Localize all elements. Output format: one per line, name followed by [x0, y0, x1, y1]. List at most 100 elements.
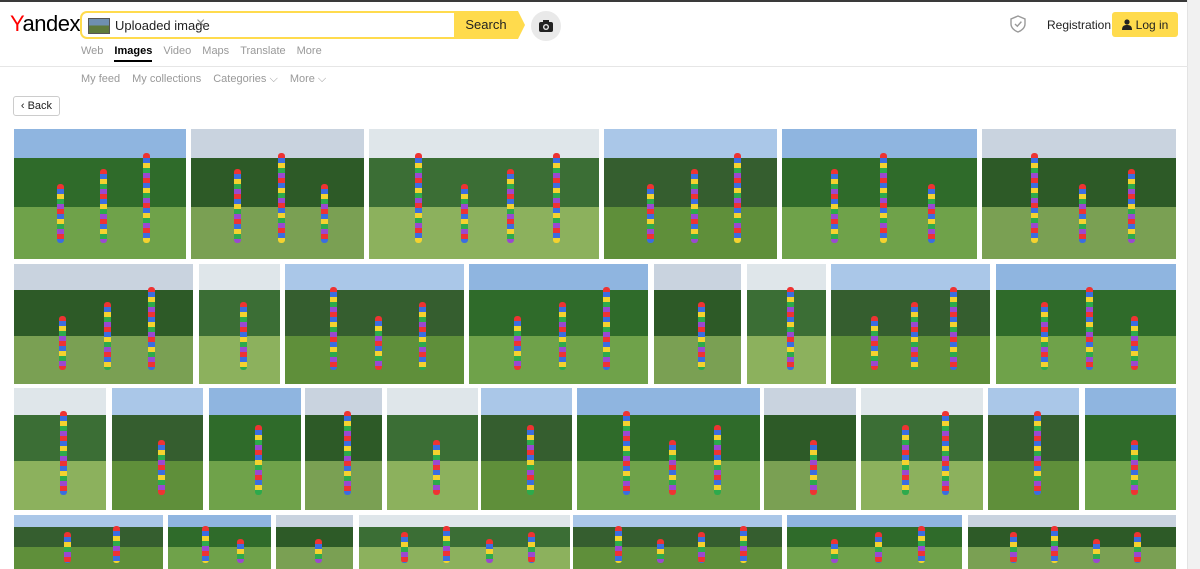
totem-sculpture — [1041, 301, 1048, 370]
image-result-thumbnail[interactable] — [285, 264, 464, 384]
vertical-scrollbar[interactable] — [1187, 0, 1200, 569]
clear-icon[interactable]: × — [196, 15, 205, 33]
search-input[interactable]: Uploaded image × — [80, 11, 456, 39]
totem-sculpture — [64, 531, 71, 563]
image-result-thumbnail[interactable] — [996, 264, 1176, 384]
thumbnail-grass — [369, 207, 599, 259]
totem-sculpture — [698, 301, 705, 370]
image-result-thumbnail[interactable] — [14, 129, 186, 259]
tab-maps[interactable]: Maps — [202, 45, 229, 62]
subnav-my-collections[interactable]: My collections — [132, 73, 201, 86]
totem-sculpture — [148, 286, 155, 370]
totem-sculpture — [255, 425, 262, 496]
thumbnail-trees — [359, 526, 570, 550]
image-result-thumbnail[interactable] — [573, 515, 782, 569]
image-result-thumbnail[interactable] — [112, 388, 203, 510]
back-button[interactable]: ‹ Back — [13, 96, 60, 116]
totem-sculpture — [375, 315, 382, 370]
totem-sculpture — [57, 184, 64, 244]
totem-sculpture — [657, 538, 664, 563]
image-result-thumbnail[interactable] — [988, 388, 1079, 510]
image-result-thumbnail[interactable] — [14, 515, 163, 569]
image-result-thumbnail[interactable] — [168, 515, 271, 569]
totem-sculpture — [278, 153, 285, 244]
image-result-thumbnail[interactable] — [209, 388, 301, 510]
totem-sculpture — [942, 411, 949, 496]
thumbnail-grass — [573, 547, 782, 569]
totem-sculpture — [237, 538, 244, 563]
totem-sculpture — [419, 301, 426, 370]
totem-sculpture — [100, 169, 107, 244]
thumbnail-trees — [573, 526, 782, 550]
tab-video[interactable]: Video — [163, 45, 191, 62]
image-result-thumbnail[interactable] — [387, 388, 478, 510]
registration-link[interactable]: Registration — [1047, 18, 1111, 32]
image-result-thumbnail[interactable] — [654, 264, 741, 384]
image-result-thumbnail[interactable] — [305, 388, 382, 510]
totem-sculpture — [443, 525, 450, 563]
totem-sculpture — [615, 525, 622, 563]
totem-sculpture — [698, 531, 705, 563]
image-result-thumbnail[interactable] — [191, 129, 364, 259]
totem-sculpture — [202, 525, 209, 563]
totem-sculpture — [1131, 440, 1138, 496]
subnav-my-feed[interactable]: My feed — [81, 73, 120, 86]
image-result-thumbnail[interactable] — [481, 388, 572, 510]
search-bar: Uploaded image × Search — [80, 11, 525, 39]
image-result-thumbnail[interactable] — [577, 388, 760, 510]
image-result-thumbnail[interactable] — [747, 264, 826, 384]
thumbnail-grass — [168, 547, 271, 569]
totem-sculpture — [734, 153, 741, 244]
subnav-more[interactable]: More ⌵ — [290, 73, 326, 86]
image-result-thumbnail[interactable] — [469, 264, 648, 384]
totem-sculpture — [234, 169, 241, 244]
totem-sculpture — [669, 440, 676, 496]
image-result-thumbnail[interactable] — [782, 129, 977, 259]
totem-sculpture — [1034, 411, 1041, 496]
camera-search-button[interactable] — [531, 11, 561, 41]
tab-web[interactable]: Web — [81, 45, 103, 62]
user-icon — [1121, 19, 1132, 30]
search-button[interactable]: Search — [454, 11, 518, 39]
yandex-logo[interactable]: Yandex — [10, 11, 81, 37]
subnav-categories[interactable]: Categories ⌵ — [213, 73, 278, 86]
thumbnail-trees — [968, 526, 1176, 550]
image-result-thumbnail[interactable] — [14, 388, 106, 510]
shield-icon[interactable] — [1009, 15, 1027, 33]
image-result-thumbnail[interactable] — [764, 388, 856, 510]
totem-sculpture — [871, 315, 878, 370]
top-border — [0, 0, 1200, 2]
login-label: Log in — [1135, 17, 1169, 32]
image-result-thumbnail[interactable] — [787, 515, 962, 569]
image-result-thumbnail[interactable] — [831, 264, 990, 384]
chevron-left-icon: ‹ — [20, 100, 25, 112]
totem-sculpture — [1051, 525, 1058, 563]
totem-sculpture — [902, 425, 909, 496]
tab-translate[interactable]: Translate — [240, 45, 285, 62]
totem-sculpture — [928, 184, 935, 244]
image-result-thumbnail[interactable] — [14, 264, 193, 384]
image-result-thumbnail[interactable] — [199, 264, 280, 384]
image-result-thumbnail[interactable] — [359, 515, 570, 569]
logo-text: andex — [22, 11, 81, 36]
tab-more[interactable]: More — [297, 45, 322, 62]
login-button[interactable]: Log in — [1112, 12, 1178, 37]
image-result-thumbnail[interactable] — [276, 515, 353, 569]
image-result-thumbnail[interactable] — [968, 515, 1176, 569]
thumbnail-grass — [14, 547, 163, 569]
header-divider — [0, 66, 1188, 67]
totem-sculpture — [1093, 538, 1100, 563]
totem-sculpture — [433, 440, 440, 496]
image-result-thumbnail[interactable] — [604, 129, 777, 259]
totem-sculpture — [623, 411, 630, 496]
image-result-thumbnail[interactable] — [1085, 388, 1176, 510]
totem-sculpture — [810, 440, 817, 496]
totem-sculpture — [714, 425, 721, 496]
tab-images[interactable]: Images — [114, 45, 153, 62]
logo-letter-y: Y — [10, 11, 23, 36]
image-result-thumbnail[interactable] — [861, 388, 983, 510]
image-result-thumbnail[interactable] — [982, 129, 1176, 259]
thumbnail-grass — [861, 461, 983, 510]
totem-sculpture — [315, 538, 322, 563]
image-result-thumbnail[interactable] — [369, 129, 599, 259]
